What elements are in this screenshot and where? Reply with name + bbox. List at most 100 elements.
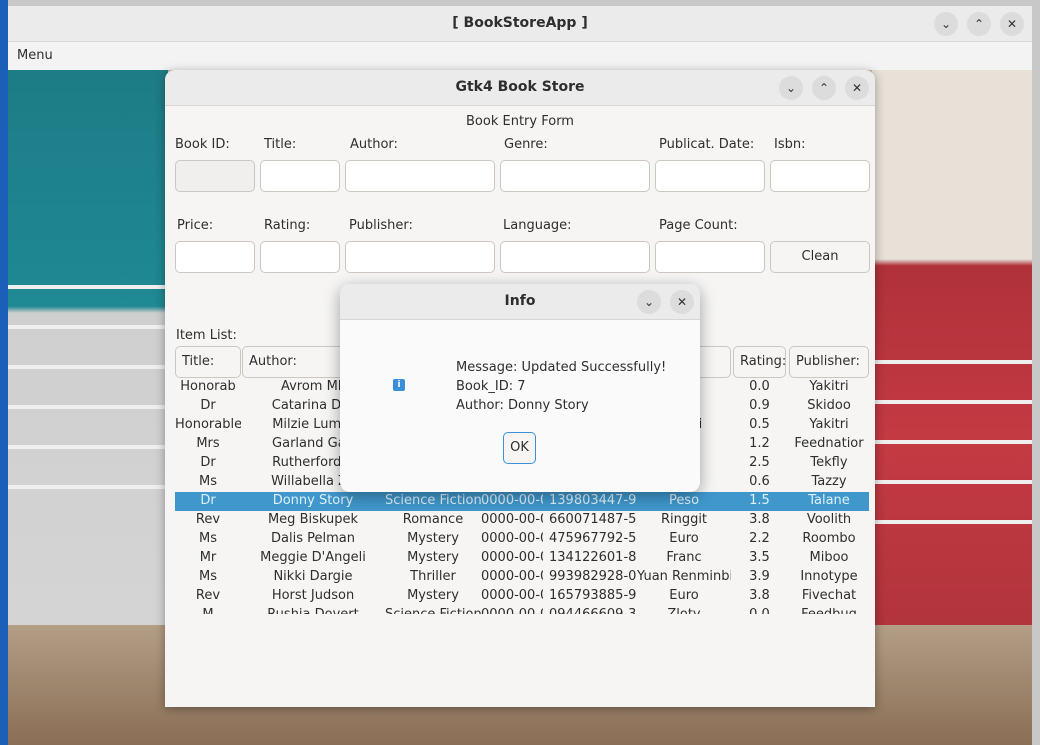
cell-author: Rushia Dovert — [242, 607, 384, 614]
cell-genre: Science Fiction — [385, 607, 481, 614]
store-window-controls: ⌄ ⌃ ✕ — [779, 76, 869, 100]
background-shelf — [8, 485, 168, 489]
background-shelf — [8, 285, 168, 289]
store-title: Gtk4 Book Store — [455, 79, 585, 95]
table-row[interactable]: Mr Meggie D'Angeli Mystery 0000-00-00 134122… — [175, 549, 869, 568]
cell-rating: 2.5 — [749, 455, 770, 470]
author-field[interactable] — [345, 160, 495, 192]
info-dialog-controls: ⌄ ✕ — [637, 290, 694, 314]
menubar: Menu — [8, 42, 1032, 70]
cell-date: 0000-00-00 — [481, 607, 543, 614]
cell-author: Donny Story — [272, 493, 354, 508]
ok-button[interactable]: OK — [503, 432, 536, 464]
table-row[interactable]: Dr Donny Story Science Fiction0000-00-00 13… — [175, 492, 869, 511]
publisher-field[interactable] — [345, 241, 495, 273]
background-shelf — [8, 445, 168, 449]
column-header-rating[interactable]: Rating: — [733, 346, 786, 378]
cell-rating: 0.6 — [749, 474, 770, 489]
store-maximize-button[interactable]: ⌃ — [812, 76, 836, 100]
chevron-up-icon: ⌃ — [973, 17, 985, 31]
cell-currency: Zloty — [637, 607, 731, 614]
publication-date-field[interactable] — [655, 160, 765, 192]
column-header-publisher[interactable]: Publisher: — [789, 346, 869, 378]
label-title: Title: — [264, 137, 297, 152]
cell-publisher: Feedbug — [789, 607, 869, 614]
cell-rating: 2.2 — [749, 531, 770, 546]
cell-rating: 1.5 — [749, 493, 770, 508]
chevron-up-icon: ⌃ — [818, 81, 830, 95]
background-shelf — [872, 520, 1032, 524]
cell-rating: 0.9 — [749, 398, 770, 413]
cell-currency: Yuan Renminbi — [637, 569, 731, 584]
rating-field[interactable] — [260, 241, 340, 273]
label-page-count: Page Count: — [659, 218, 738, 233]
cell-title: M — [175, 607, 241, 614]
store-minimize-button[interactable]: ⌄ — [779, 76, 803, 100]
cell-title: Rev — [195, 588, 221, 603]
label-rating: Rating: — [264, 218, 311, 233]
background-shelf — [872, 440, 1032, 444]
info-minimize-button[interactable]: ⌄ — [637, 290, 661, 314]
cell-genre: Mystery — [407, 588, 459, 603]
cell-publisher: Miboo — [809, 550, 849, 565]
app-window: [ BookStoreApp ] ⌄ ⌃ ✕ Menu — [8, 6, 1032, 70]
maximize-button[interactable]: ⌃ — [967, 12, 991, 36]
cell-currency: Euro — [669, 531, 699, 546]
info-close-button[interactable]: ✕ — [670, 290, 694, 314]
table-row[interactable]: MRushia DovertScience Fiction0000-00-00 0… — [175, 606, 869, 614]
label-publication-date: Publicat. Date: — [659, 137, 755, 152]
cell-date: 0000-00-00 — [481, 531, 543, 546]
background-shelf — [8, 325, 168, 329]
book-id-field — [175, 160, 255, 192]
cell-publisher: Talane — [808, 493, 850, 508]
table-row[interactable]: Rev Horst Judson Mystery 0000-00-00 16579388… — [175, 587, 869, 606]
cell-date: 0000-00-00 — [481, 512, 543, 527]
store-titlebar: Gtk4 Book Store ⌄ ⌃ ✕ — [165, 70, 875, 106]
genre-field[interactable] — [500, 160, 650, 192]
store-close-button[interactable]: ✕ — [845, 76, 869, 100]
cell-genre: Science Fiction — [385, 493, 481, 508]
clean-button[interactable]: Clean — [770, 241, 870, 273]
background-shelf — [872, 360, 1032, 364]
cell-author: Horst Judson — [271, 588, 355, 603]
page-count-field[interactable] — [655, 241, 765, 273]
close-button[interactable]: ✕ — [1000, 12, 1024, 36]
message-line-status: Message: Updated Successfully! — [456, 360, 667, 375]
cell-title: Mr — [199, 550, 217, 565]
title-field[interactable] — [260, 160, 340, 192]
cell-publisher: Tazzy — [811, 474, 847, 489]
language-field[interactable] — [500, 241, 650, 273]
cell-title: Dr — [200, 398, 216, 413]
cell-rating: 3.9 — [749, 569, 770, 584]
cell-isbn: 134122601-8 — [549, 550, 637, 565]
background-shelf — [8, 405, 168, 409]
price-field[interactable] — [175, 241, 255, 273]
cell-genre: Thriller — [410, 569, 456, 584]
cell-date: 0000-00-00 — [481, 550, 543, 565]
background-shelf — [872, 400, 1032, 404]
cell-publisher: Yakitri — [809, 417, 849, 432]
table-row[interactable]: Ms Nikki Dargie Thriller 0000-00-00 99398292… — [175, 568, 869, 587]
cell-rating: 0.0 — [733, 607, 786, 614]
info-dialog-titlebar: Info ⌄ ✕ — [340, 284, 700, 320]
table-row[interactable]: Ms Dalis Pelman Mystery 0000-00-00 475967792… — [175, 530, 869, 549]
menu-button[interactable]: Menu — [17, 48, 53, 63]
close-icon: ✕ — [1006, 17, 1018, 31]
column-header-title[interactable]: Title: — [175, 346, 241, 378]
cell-date: 0000-00-00 — [481, 569, 543, 584]
message-line-book-id: Book_ID: 7 — [456, 379, 526, 394]
close-icon: ✕ — [851, 81, 863, 95]
app-title: [ BookStoreApp ] — [452, 15, 588, 31]
table-row[interactable]: Rev Meg Biskupek Romance 0000-00-00 66007148… — [175, 511, 869, 530]
cell-currency: Euro — [669, 588, 699, 603]
label-author: Author: — [350, 137, 398, 152]
cell-currency: Peso — [668, 493, 700, 508]
info-dialog: Info ⌄ ✕ i Message: Updated Successfully… — [340, 284, 700, 492]
isbn-field[interactable] — [770, 160, 870, 192]
minimize-button[interactable]: ⌄ — [934, 12, 958, 36]
cell-title: Honorab — [180, 379, 236, 394]
cell-publisher: Tekfly — [810, 455, 848, 470]
cell-publisher: Roombo — [802, 531, 856, 546]
cell-title: Mrs — [196, 436, 220, 451]
cell-rating: 3.8 — [749, 512, 770, 527]
